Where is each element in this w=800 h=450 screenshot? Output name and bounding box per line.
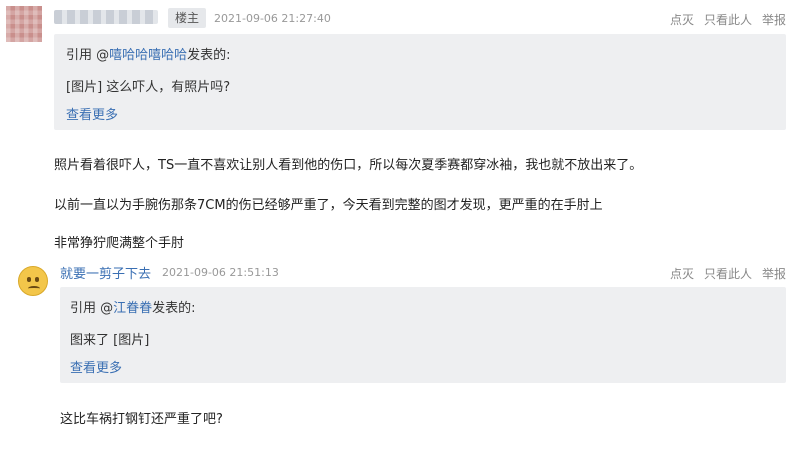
quote-prefix: 引用 @ [70,301,114,316]
quote-header: 引用 @江眷眷发表的: [70,297,196,316]
quote-suffix: 发表的: [187,48,231,63]
post-paragraph: 非常狰狞爬满整个手肘 [54,236,185,251]
report-button[interactable]: 举报 [762,265,786,282]
post-actions: 点灭 只看此人 举报 [670,265,786,282]
only-this-user-button[interactable]: 只看此人 [704,11,752,28]
username-blurred[interactable] [54,10,158,24]
quote-block: 引用 @江眷眷发表的: 图来了 [图片] 查看更多 [60,287,786,383]
avatar-eye-right [35,277,39,282]
only-this-user-button[interactable]: 只看此人 [704,265,752,282]
post-actions: 点灭 只看此人 举报 [670,11,786,28]
avatar-mouth [28,286,40,291]
report-button[interactable]: 举报 [762,11,786,28]
mention-link[interactable]: 江眷眷 [113,301,152,316]
view-more-link[interactable]: 查看更多 [70,357,122,376]
user-avatar-blurred[interactable] [6,6,42,42]
quote-header: 引用 @嘻哈哈嘻哈哈发表的: [66,44,231,63]
post-time: 2021-09-06 21:27:40 [214,12,331,25]
quote-suffix: 发表的: [152,301,196,316]
avatar-eye-left [27,277,31,282]
dislike-button[interactable]: 点灭 [670,265,694,282]
quote-prefix: 引用 @ [66,48,110,63]
post-time: 2021-09-06 21:51:13 [162,266,279,279]
username-link[interactable]: 就要一剪子下去 [60,263,151,282]
post-paragraph: 以前一直以为手腕伤那条7CM的伤已经够严重了，今天看到完整的图才发现，更严重的在… [54,198,603,213]
dislike-button[interactable]: 点灭 [670,11,694,28]
post-paragraph: 这比车祸打钢钉还严重了吧? [60,412,223,427]
user-avatar[interactable] [18,266,48,296]
post-paragraph: 照片看着很吓人，TS一直不喜欢让别人看到他的伤口，所以每次夏季赛都穿冰袖，我也就… [54,158,643,173]
quote-content: [图片] 这么吓人，有照片吗? [66,80,231,95]
view-more-link[interactable]: 查看更多 [66,104,118,123]
quote-block: 引用 @嘻哈哈嘻哈哈发表的: [图片] 这么吓人，有照片吗? 查看更多 [54,34,786,130]
mention-link[interactable]: 嘻哈哈嘻哈哈 [109,48,187,63]
quote-content: 图来了 [图片] [70,333,150,348]
op-badge: 楼主 [168,8,207,28]
